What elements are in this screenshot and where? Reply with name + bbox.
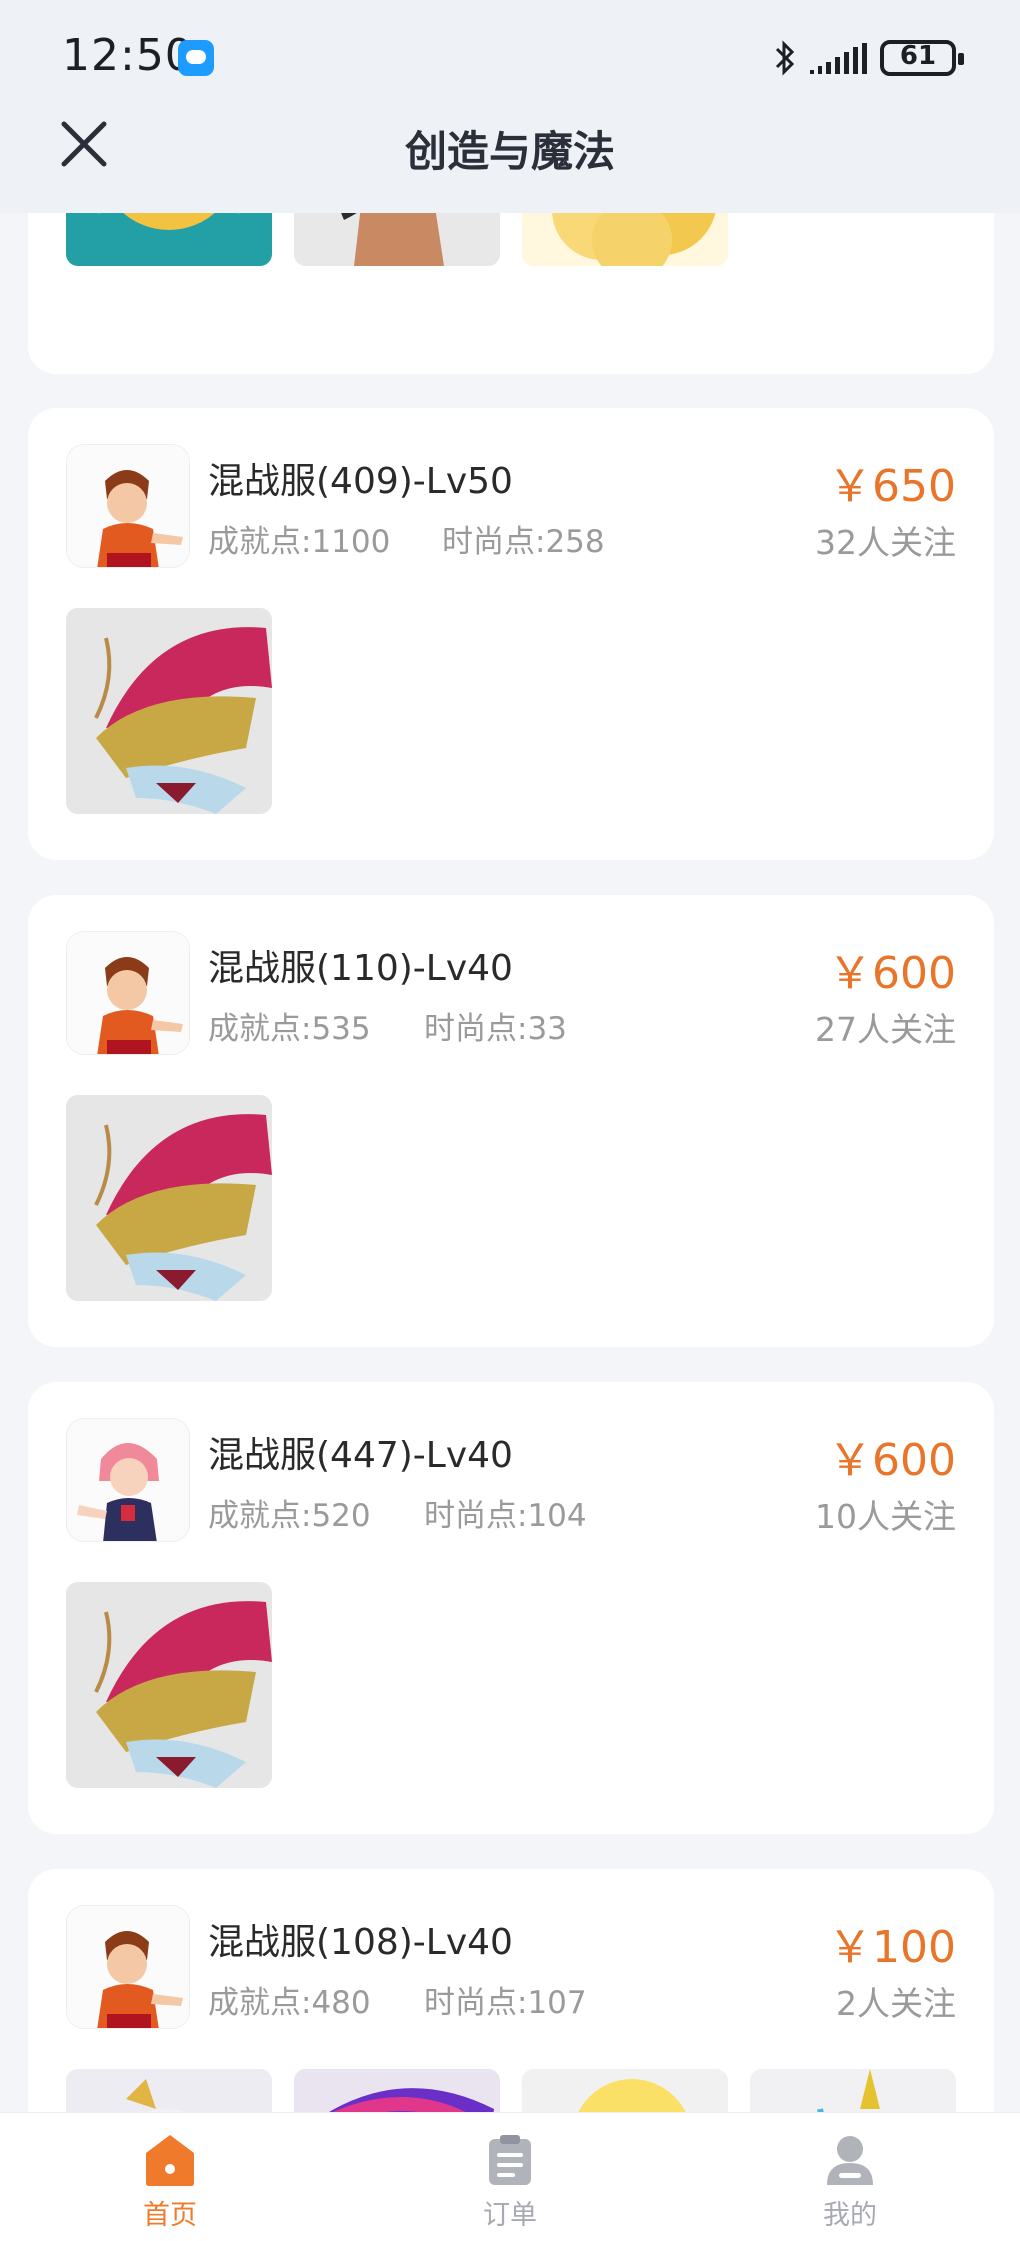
signal-icon	[810, 43, 867, 74]
home-icon	[146, 2135, 194, 2186]
bluetooth-icon	[775, 40, 795, 76]
avatar	[66, 444, 190, 568]
listing-price: ￥600	[828, 1435, 956, 1486]
app-screen: 12:50 61 创造与魔法 混战服(409)-Lv50 成就点:1100 时尚…	[0, 0, 1020, 2241]
listing-card[interactable]: 混战服(447)-Lv40 成就点:520 时尚点:104 ￥600 10人关注	[28, 1382, 994, 1834]
item-thumbnail	[66, 1095, 272, 1301]
item-thumbnail	[66, 1582, 272, 1788]
battery-level: 61	[899, 41, 937, 71]
tab-home[interactable]: 首页	[120, 2133, 220, 2233]
tab-mine[interactable]: 我的	[800, 2133, 900, 2233]
clipboard-icon	[489, 2135, 531, 2185]
listing-card[interactable]: 混战服(409)-Lv50 成就点:1100 时尚点:258 ￥650 32人关…	[28, 408, 994, 860]
page-title: 创造与魔法	[404, 127, 615, 176]
tab-mine-label: 我的	[823, 2200, 877, 2231]
tab-home-label: 首页	[143, 2200, 197, 2231]
listing-price: ￥100	[828, 1922, 956, 1973]
achievement-points: 成就点:1100	[208, 524, 391, 560]
listing-price: ￥600	[828, 948, 956, 999]
follower-count: 32人关注	[815, 523, 956, 562]
follower-count: 10人关注	[815, 1497, 956, 1536]
fashion-points: 时尚点:258	[442, 524, 605, 560]
fashion-points: 时尚点:33	[424, 1011, 567, 1047]
achievement-points: 成就点:535	[208, 1011, 371, 1047]
fashion-points: 时尚点:107	[424, 1985, 587, 2021]
bottom-nav: 首页 订单 我的	[0, 2112, 1020, 2241]
battery-icon: 61	[880, 40, 964, 76]
follower-count: 2人关注	[836, 1984, 956, 2023]
fashion-points: 时尚点:104	[424, 1498, 587, 1534]
listing-name: 混战服(409)-Lv50	[208, 461, 513, 502]
avatar	[66, 1905, 190, 2029]
avatar	[66, 1418, 190, 1542]
achievement-points: 成就点:480	[208, 1985, 371, 2021]
status-bar: 12:50 61	[0, 0, 1020, 120]
avatar	[66, 931, 190, 1055]
top-area: 12:50 61 创造与魔法	[0, 0, 1020, 213]
listing-name: 混战服(110)-Lv40	[208, 948, 513, 989]
chat-bubble-icon	[178, 40, 214, 76]
achievement-points: 成就点:520	[208, 1498, 371, 1534]
listing-name: 混战服(108)-Lv40	[208, 1922, 513, 1963]
header: 创造与魔法	[0, 110, 1020, 213]
listing-price: ￥650	[828, 461, 956, 512]
item-thumbnail	[66, 608, 272, 814]
tab-orders-label: 订单	[483, 2200, 537, 2231]
listing-card[interactable]: 混战服(110)-Lv40 成就点:535 时尚点:33 ￥600 27人关注	[28, 895, 994, 1347]
tab-orders[interactable]: 订单	[460, 2133, 560, 2233]
user-icon	[827, 2136, 873, 2185]
listing-name: 混战服(447)-Lv40	[208, 1435, 513, 1476]
status-time: 12:50	[62, 30, 194, 81]
follower-count: 27人关注	[815, 1010, 956, 1049]
